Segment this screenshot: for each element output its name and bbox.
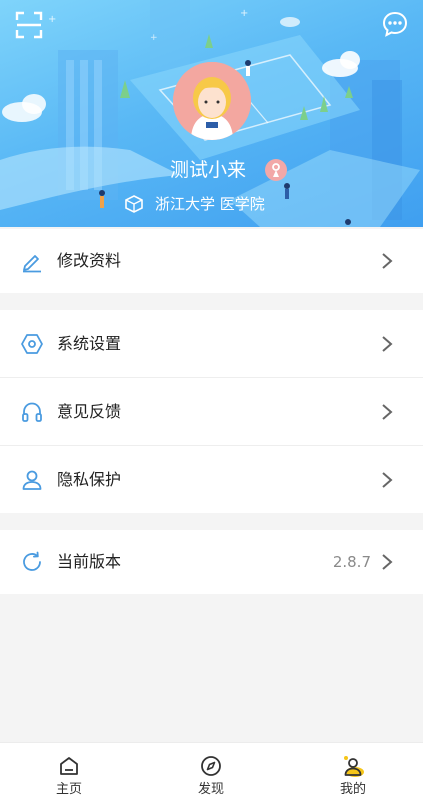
pencil-icon (20, 249, 44, 273)
scan-icon (15, 11, 43, 39)
tab-home-label: 主页 (55, 782, 82, 797)
chevron-right-icon (381, 252, 393, 270)
feedback-row[interactable]: 意见反馈 (0, 380, 423, 444)
edit-profile-label: 修改资料 (57, 251, 122, 270)
profile-header: + + + 测试小来 浙江大学 医学院 (0, 0, 423, 227)
tab-discover-label: 发现 (197, 782, 224, 797)
edit-profile-row[interactable]: 修改资料 (0, 229, 423, 293)
compass-icon (200, 755, 222, 777)
version-value: 2.8.7 (332, 553, 371, 571)
avatar-illustration (173, 62, 251, 140)
tab-home[interactable]: 主页 (24, 743, 114, 808)
bottom-tab-bar: 主页 发现 我的 (0, 742, 423, 808)
refresh-icon (20, 550, 44, 574)
user-name: 测试小来 (170, 159, 247, 181)
svg-text:+: + (240, 8, 248, 19)
female-icon (265, 159, 287, 181)
hexagon-settings-icon (20, 332, 44, 356)
divider (0, 445, 423, 446)
chevron-right-icon (381, 403, 393, 421)
svg-text:+: + (150, 33, 158, 43)
settings-card: 系统设置 意见反馈 隐私保护 (0, 310, 423, 513)
feedback-label: 意见反馈 (57, 402, 122, 421)
chevron-right-icon (381, 471, 393, 489)
system-settings-label: 系统设置 (57, 334, 122, 353)
school-name: 浙江大学 医学院 (155, 195, 265, 213)
tab-mine-label: 我的 (339, 782, 366, 797)
privacy-label: 隐私保护 (57, 470, 122, 489)
user-icon (20, 468, 44, 492)
school-row: 浙江大学 医学院 (0, 192, 423, 216)
name-row: 测试小来 (0, 156, 423, 184)
school-cube-icon (124, 194, 144, 214)
system-settings-row[interactable]: 系统设置 (0, 312, 423, 376)
chat-bubble-icon (382, 11, 408, 37)
current-version-row[interactable]: 当前版本 2.8.7 (0, 530, 423, 594)
scan-button[interactable] (14, 10, 44, 40)
edit-profile-card: 修改资料 (0, 229, 423, 293)
chevron-right-icon (381, 335, 393, 353)
tab-mine[interactable]: 我的 (308, 743, 398, 808)
tab-discover[interactable]: 发现 (166, 743, 256, 808)
current-version-label: 当前版本 (57, 552, 122, 571)
headphones-icon (20, 400, 44, 424)
version-card: 当前版本 2.8.7 (0, 530, 423, 594)
home-icon (58, 755, 80, 777)
user-active-icon (342, 755, 364, 777)
chevron-right-icon (381, 553, 393, 571)
svg-text:+: + (48, 14, 56, 25)
message-button[interactable] (381, 10, 409, 38)
avatar[interactable] (173, 62, 251, 140)
divider (0, 377, 423, 378)
privacy-row[interactable]: 隐私保护 (0, 448, 423, 512)
